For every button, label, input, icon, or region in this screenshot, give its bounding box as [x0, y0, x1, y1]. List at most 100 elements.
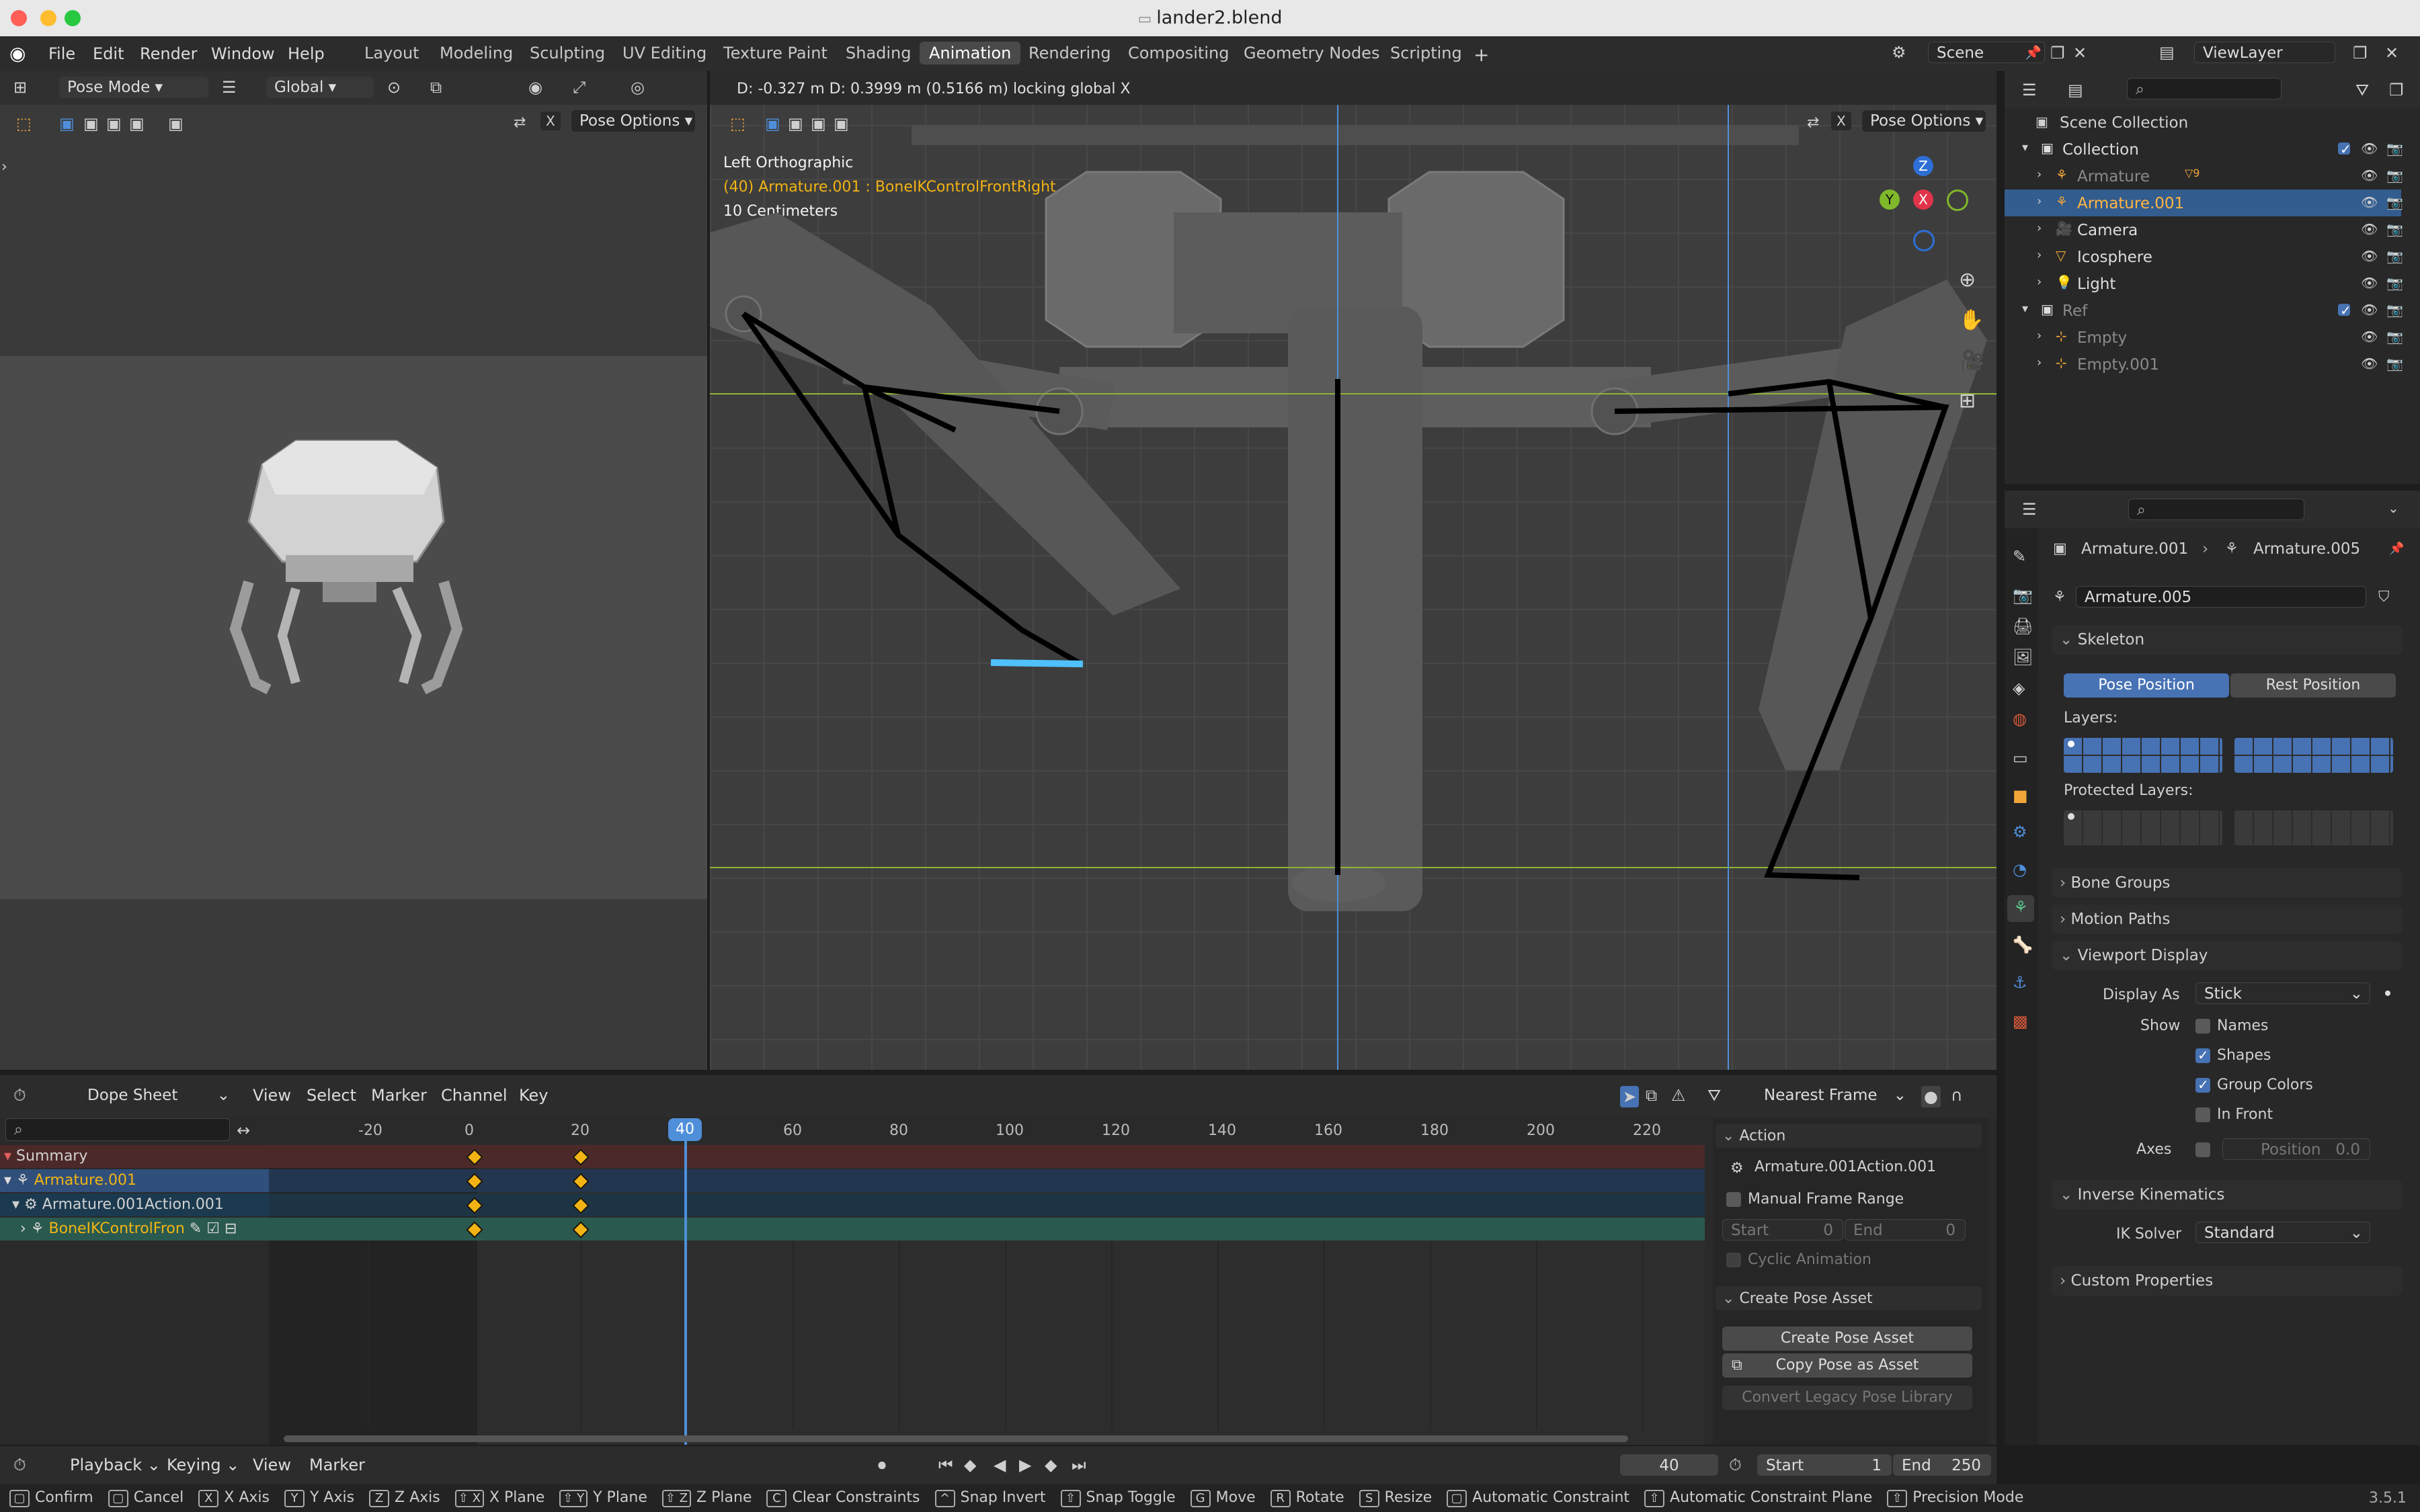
scene-tab-icon[interactable]: ◈ [2013, 680, 2025, 696]
expand-arrow-icon[interactable]: ▾ [2022, 142, 2028, 154]
expand-arrow-icon[interactable]: › [2037, 276, 2042, 288]
current-frame-field[interactable]: 40 [1620, 1454, 1718, 1476]
playhead-frame-label[interactable]: 40 [668, 1118, 702, 1141]
menu-window[interactable]: Window [211, 44, 275, 63]
render-camera-icon[interactable]: 📷 [2386, 276, 2403, 290]
channel-search-input[interactable]: ⌕ [5, 1118, 230, 1141]
visibility-eye-icon[interactable]: 👁 [2361, 276, 2378, 290]
transform-mirror-icon[interactable]: ⇄ [514, 116, 526, 130]
ortho-toggle-icon[interactable]: ⊞ [1959, 391, 1976, 411]
action-panel-header[interactable]: ⌄ Action [1716, 1124, 1982, 1148]
select-box-icon[interactable]: ▣ [59, 116, 75, 132]
channel-summary[interactable]: ▾ Summary [0, 1145, 269, 1168]
copy-pose-as-asset-button[interactable]: ⧉ Copy Pose as Asset [1722, 1353, 1972, 1378]
exclude-checkbox[interactable] [2338, 141, 2351, 157]
tab-shading[interactable]: Shading [836, 42, 921, 65]
expand-arrow-icon[interactable]: › [2037, 169, 2042, 181]
3d-viewport[interactable]: D: -0.327 m D: 0.3999 m (0.5166 m) locki… [710, 71, 1997, 1070]
tab-layout[interactable]: Layout [355, 42, 429, 65]
channel-action[interactable]: ▾ ⚙ Armature.001Action.001 [0, 1193, 269, 1216]
keyframe-area[interactable]: -20 0 20 60 80 100 120 140 160 180 200 220 40 [269, 1118, 1705, 1445]
dopesheet-menu-select[interactable]: Select [307, 1086, 356, 1105]
select-intersect-icon[interactable]: ▣ [168, 116, 184, 132]
proportional-edit-icon[interactable]: ● [1921, 1086, 1941, 1107]
breadcrumb-data[interactable]: Armature.005 [2253, 540, 2360, 558]
in-front-checkbox[interactable] [2195, 1107, 2210, 1122]
only-errors-icon[interactable]: ⚠ [1671, 1087, 1686, 1103]
timeline-menu-keying[interactable]: Keying ⌄ [167, 1456, 239, 1474]
ik-solver-dropdown[interactable]: Standard ⌄ [2195, 1222, 2370, 1243]
gizmo-neg-y-icon[interactable] [1947, 190, 1968, 211]
channel-sync-icon[interactable]: ↔ [237, 1122, 250, 1138]
gizmo-neg-z-icon[interactable] [1913, 230, 1935, 251]
jump-end-icon[interactable]: ⏭ [1072, 1457, 1086, 1473]
properties-search-input[interactable]: ⌕ [2128, 499, 2304, 520]
navigation-gizmo[interactable]: Z Y X [1880, 156, 1968, 257]
pan-hand-icon[interactable]: ✋ [1959, 310, 1984, 331]
world-tab-icon[interactable]: ◍ [2013, 711, 2027, 727]
expand-arrow-icon[interactable]: › [2037, 196, 2042, 208]
menu-edit[interactable]: Edit [93, 44, 124, 63]
outliner-row-light[interactable]: › 💡 Light 👁 📷 [2005, 270, 2403, 297]
filter-icon[interactable]: ⛛ [2355, 82, 2369, 98]
jump-next-keyframe-icon[interactable]: ◆ [1045, 1457, 1057, 1473]
camera-view-icon[interactable]: 🎥 [1959, 351, 1984, 371]
delete-scene-icon[interactable]: ✕ [2073, 45, 2087, 61]
expand-arrow-icon[interactable]: › [2037, 357, 2042, 369]
dopesheet-filter-icon[interactable]: ⛛ [1707, 1087, 1721, 1103]
fake-user-shield-icon[interactable]: ⛉ [2378, 590, 2390, 605]
overlay-icon[interactable]: ◎ [631, 79, 645, 95]
modifier-tab-icon[interactable]: ⚙ [2013, 824, 2027, 840]
armature-data-tab-icon[interactable]: ⚘ [2007, 895, 2034, 922]
show-hidden-icon[interactable]: ⧉ [1646, 1087, 1657, 1103]
render-camera-icon[interactable]: 📷 [2386, 249, 2403, 263]
visibility-icon[interactable]: ◉ [528, 79, 542, 95]
outliner-row-armature[interactable]: › ⚘ Armature ▽9 👁 📷 [2005, 163, 2403, 190]
hamburger-icon[interactable]: ☰ [222, 79, 237, 95]
zoom-icon[interactable]: ⊕ [1959, 270, 1976, 290]
axes-checkbox[interactable] [2195, 1142, 2210, 1157]
select-extend-icon[interactable]: ▣ [83, 116, 99, 132]
snap-mode-dropdown[interactable]: Nearest Frame ⌄ [1756, 1085, 1910, 1106]
jump-prev-keyframe-icon[interactable]: ◆ [964, 1457, 976, 1473]
channel-armature[interactable]: ▾ ⚘ Armature.001 [0, 1169, 269, 1192]
visibility-eye-icon[interactable]: 👁 [2361, 303, 2378, 317]
outliner-row-ref[interactable]: ▾ ▣ Ref 👁 📷 [2005, 297, 2403, 324]
outliner-row-empty-001[interactable]: › ⊹ Empty.001 👁 📷 [2005, 351, 2403, 378]
new-collection-icon[interactable]: ❐ [2389, 82, 2404, 98]
jump-start-icon[interactable]: ⏮ [938, 1457, 953, 1473]
outliner-row-icosphere[interactable]: › ▽ Icosphere 👁 📷 [2005, 243, 2403, 270]
action-name[interactable]: Armature.001Action.001 [1755, 1159, 1936, 1175]
tab-animation[interactable]: Animation [920, 42, 1021, 65]
render-camera-icon[interactable]: 📷 [2386, 357, 2403, 370]
play-reverse-icon[interactable]: ◀ [994, 1457, 1006, 1473]
breadcrumb-object[interactable]: Armature.001 [2081, 540, 2188, 558]
horizontal-scrollbar[interactable] [284, 1435, 1628, 1442]
pivot-icon[interactable]: ⊙ [387, 79, 401, 95]
visibility-eye-icon[interactable]: 👁 [2361, 357, 2378, 370]
timeline-editor-icon[interactable]: ⏱ [13, 1457, 26, 1473]
cyclic-animation-checkbox[interactable] [1726, 1253, 1741, 1267]
exclude-checkbox[interactable] [2338, 302, 2351, 319]
visibility-eye-icon[interactable]: 👁 [2361, 142, 2378, 155]
protected-layers-grid-b[interactable] [2234, 810, 2393, 845]
outliner-row-camera[interactable]: › 🎥 Camera 👁 📷 [2005, 216, 2403, 243]
motion-paths-section-header[interactable]: › Motion Paths [2052, 905, 2403, 934]
tab-sculpting[interactable]: Sculpting [520, 42, 614, 65]
timeline-menu-playback[interactable]: Playback ⌄ [70, 1456, 161, 1474]
add-workspace-icon[interactable]: + [1474, 46, 1489, 65]
properties-options-icon[interactable]: ⌄ [2388, 501, 2399, 515]
frame-ruler[interactable] [269, 1118, 1705, 1144]
physics-tab-icon[interactable]: ◔ [2013, 862, 2027, 878]
viewlayer-selector-icon[interactable]: ▤ [2159, 44, 2175, 60]
expand-arrow-icon[interactable]: › [2037, 249, 2042, 261]
tab-uv-editing[interactable]: UV Editing [613, 42, 716, 65]
axes-position-field[interactable]: Position 0.0 [2222, 1138, 2370, 1160]
action-start-field[interactable]: Start 0 [1722, 1219, 1843, 1241]
channel-bone[interactable]: › ⚘ BoneIKControlFron ✎ ☑ ⊟ [0, 1218, 269, 1241]
dopesheet-menu-view[interactable]: View [253, 1086, 291, 1105]
tab-scripting[interactable]: Scripting [1381, 42, 1471, 65]
viewlayer-field[interactable]: ViewLayer [2194, 42, 2335, 63]
bone-tab-icon[interactable]: 🦴 [2013, 937, 2033, 953]
render-camera-icon[interactable]: 📷 [2386, 330, 2403, 343]
